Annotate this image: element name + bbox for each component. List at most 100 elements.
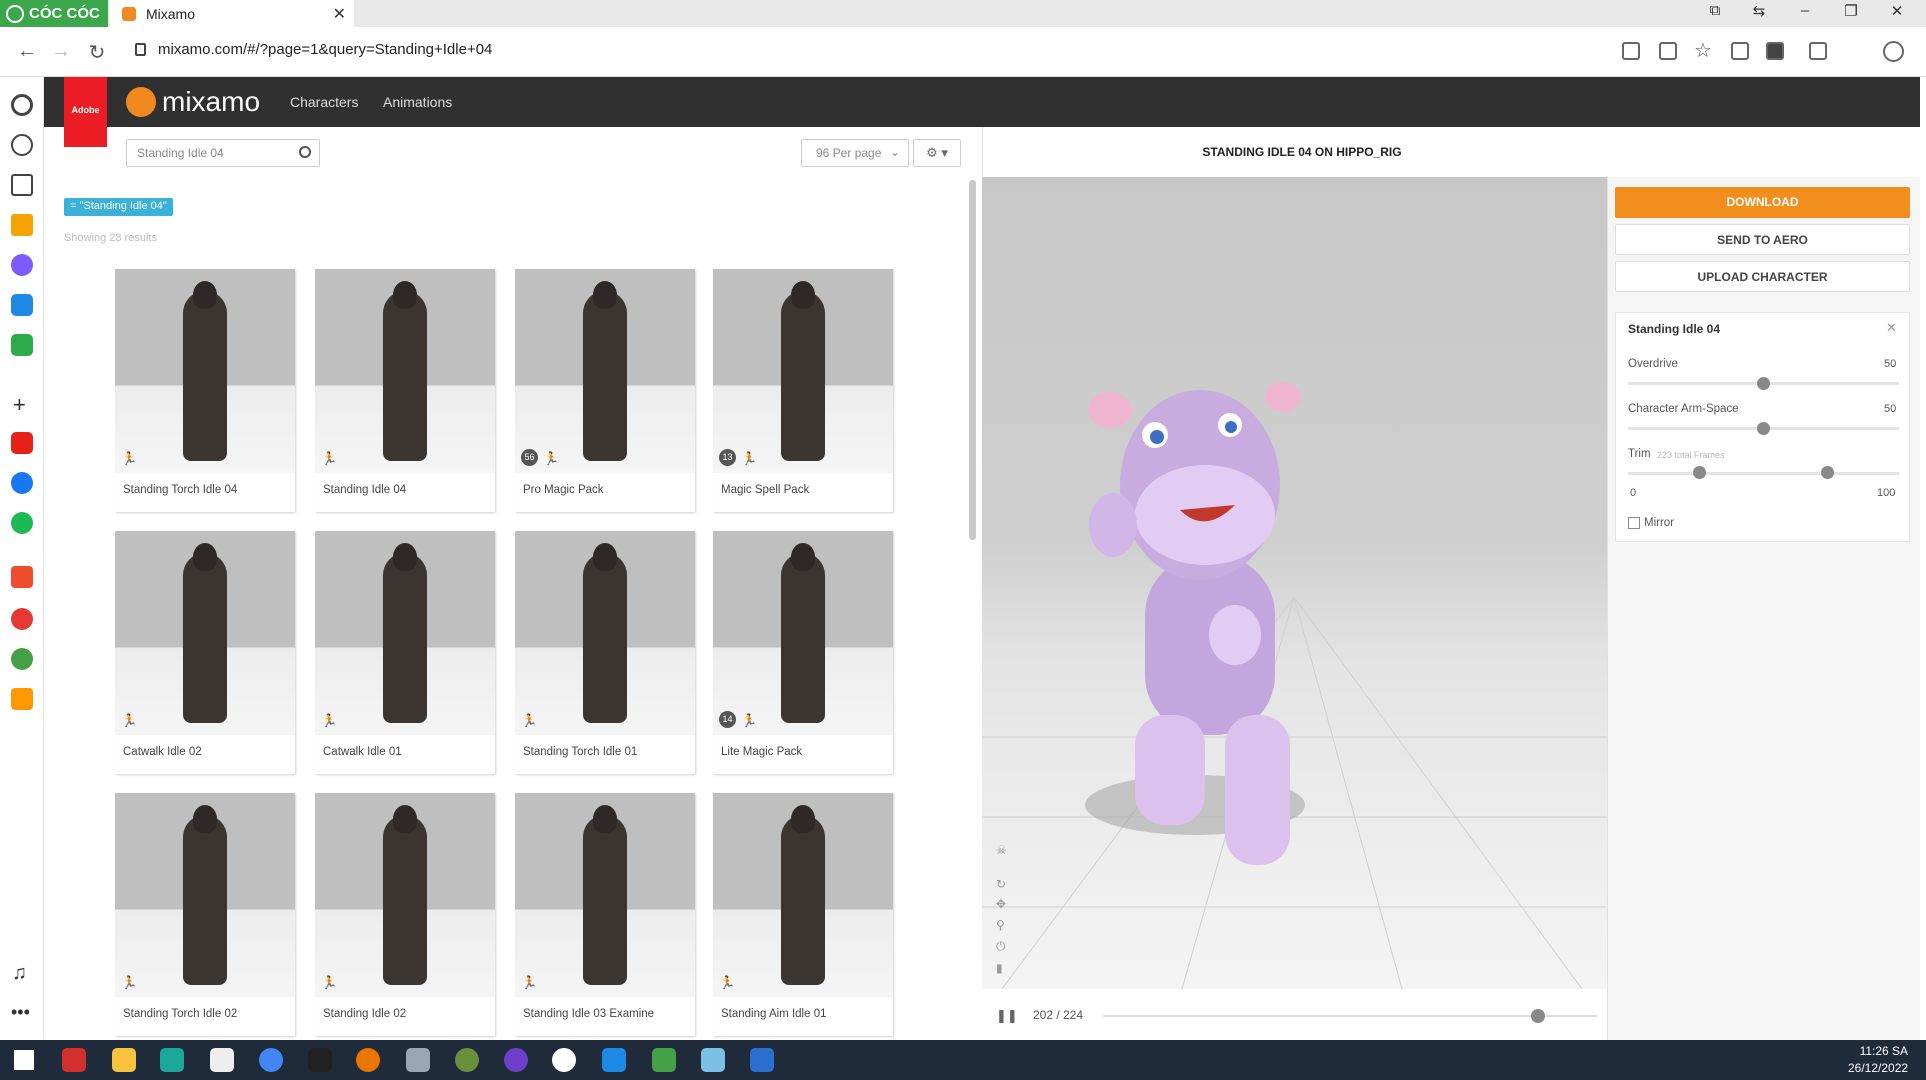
coccoc-taskbar-icon[interactable] — [652, 1048, 676, 1072]
back-icon[interactable]: ← — [14, 40, 40, 63]
shopee-icon[interactable] — [11, 566, 33, 588]
animation-card[interactable]: 🏃 Standing Torch Idle 02 — [115, 793, 295, 1036]
tab-search-icon[interactable]: ⧉ — [1700, 2, 1730, 19]
crown-icon[interactable] — [11, 214, 33, 236]
animation-card[interactable]: 🏃 Standing Aim Idle 01 — [713, 793, 893, 1036]
nav-animations[interactable]: Animations — [383, 94, 452, 110]
app-m-icon[interactable] — [160, 1048, 184, 1072]
messenger-icon[interactable] — [11, 254, 33, 276]
upwork-icon[interactable] — [455, 1048, 479, 1072]
unity-icon[interactable] — [308, 1048, 332, 1072]
game-icon[interactable] — [11, 334, 33, 356]
bookmark-star-icon[interactable]: ☆ — [1694, 38, 1712, 63]
youtube-icon[interactable] — [11, 432, 33, 454]
animation-card[interactable]: 🏃 Catwalk Idle 02 — [115, 531, 295, 774]
notification-bell-icon[interactable]: ♫ — [12, 962, 27, 985]
pan-icon[interactable]: ✥ — [996, 897, 1006, 911]
app-bird-icon[interactable] — [406, 1048, 430, 1072]
reload-icon[interactable]: ↻ — [84, 40, 110, 65]
animation-card[interactable]: 🏃 Standing Idle 04 — [315, 269, 495, 512]
app-s-icon[interactable] — [62, 1048, 86, 1072]
restore-icon[interactable]: ❐ — [1836, 2, 1866, 20]
close-window-icon[interactable]: ✕ — [1882, 2, 1912, 20]
results-scrollbar[interactable] — [969, 180, 976, 540]
system-clock[interactable]: 11:26 SA 26/12/2022 — [1848, 1043, 1908, 1077]
coccoc-menu-button[interactable]: CÓC CÓC — [0, 0, 108, 27]
url-text: mixamo.com/#/?page=1&query=Standing+Idle… — [158, 41, 493, 58]
trim-end-knob[interactable] — [1821, 466, 1834, 479]
results-count: Showing 28 results — [64, 232, 157, 244]
extension-icon[interactable] — [1731, 42, 1749, 60]
gear-dropdown-button[interactable]: ⚙ ▾ — [913, 139, 961, 167]
blender-icon[interactable] — [356, 1048, 380, 1072]
map-icon[interactable] — [11, 648, 33, 670]
app-figure-icon[interactable] — [210, 1048, 234, 1072]
spotify-icon[interactable] — [11, 512, 33, 534]
adobe-logo[interactable]: Adobe — [64, 77, 107, 147]
chevron-down-icon: ⌄ — [889, 145, 900, 159]
profile-icon[interactable] — [1883, 41, 1904, 62]
trim-slider[interactable] — [1628, 472, 1899, 475]
minimize-icon[interactable]: – — [1790, 2, 1820, 19]
animation-card[interactable]: 🏃 Standing Torch Idle 04 — [115, 269, 295, 512]
camera-icon[interactable]: ▮ — [996, 961, 1003, 975]
trim-start-knob[interactable] — [1693, 466, 1706, 479]
search-input[interactable]: Standing Idle 04 — [126, 139, 320, 167]
animation-card[interactable]: 🏃 Standing Torch Idle 01 — [515, 531, 695, 774]
pack-count-badge: 14 — [719, 711, 736, 728]
animation-card[interactable]: 56 🏃 Pro Magic Pack — [515, 269, 695, 512]
more-icon[interactable]: ••• — [11, 1002, 30, 1023]
animation-run-icon: 🏃 — [121, 975, 138, 990]
animation-card[interactable]: 13 🏃 Magic Spell Pack — [713, 269, 893, 512]
mirror-checkbox[interactable] — [1628, 517, 1640, 529]
github-icon[interactable] — [504, 1048, 528, 1072]
url-field[interactable]: mixamo.com/#/?page=1&query=Standing+Idle… — [135, 41, 492, 58]
history-icon[interactable] — [11, 134, 33, 156]
nav-characters[interactable]: Characters — [290, 94, 358, 110]
download-button[interactable]: DOWNLOAD — [1615, 187, 1910, 218]
back-forward-icon[interactable]: ⇆ — [1744, 2, 1774, 20]
photos-icon[interactable] — [750, 1048, 774, 1072]
animation-card[interactable]: 14 🏃 Lite Magic Pack — [713, 531, 893, 774]
mail-icon[interactable] — [602, 1048, 626, 1072]
animation-card[interactable]: 🏃 Catwalk Idle 01 — [315, 531, 495, 774]
armspace-slider-knob[interactable] — [1757, 422, 1770, 435]
download-icon[interactable] — [1766, 42, 1784, 60]
chrome-icon[interactable] — [259, 1048, 283, 1072]
app-w-icon[interactable] — [552, 1048, 576, 1072]
notepad-icon[interactable] — [701, 1048, 725, 1072]
browser-tab[interactable]: Mixamo ✕ — [110, 0, 354, 27]
zalo-icon[interactable] — [11, 294, 33, 316]
settings-icon[interactable] — [11, 94, 33, 116]
translate-icon[interactable] — [1622, 42, 1640, 60]
file-explorer-icon[interactable] — [112, 1048, 136, 1072]
filter-tag[interactable]: = "Standing Idle 04" — [64, 198, 173, 216]
windows-start-icon[interactable] — [14, 1050, 34, 1070]
per-page-select[interactable]: 96 Per page ⌄ — [801, 139, 909, 167]
puzzle-icon[interactable] — [1809, 42, 1827, 60]
timeline-scrubber[interactable] — [1530, 1009, 1545, 1023]
rotate-icon[interactable]: ↻ — [996, 877, 1006, 891]
tab-close-icon[interactable]: ✕ — [333, 4, 346, 24]
zoom-icon[interactable]: ⚲ — [996, 918, 1005, 932]
deal-icon[interactable] — [11, 688, 33, 710]
reset-view-icon[interactable]: ⏻ — [996, 939, 1006, 954]
facebook-icon[interactable] — [11, 472, 33, 494]
skeleton-icon[interactable]: ☠ — [996, 843, 1007, 857]
reading-list-icon[interactable] — [11, 174, 33, 196]
animation-card[interactable]: 🏃 Standing Idle 03 Examine — [515, 793, 695, 1036]
overdrive-slider-knob[interactable] — [1757, 377, 1770, 390]
animation-card[interactable]: 🏃 Standing Idle 02 — [315, 793, 495, 1036]
search-icon[interactable] — [299, 146, 311, 158]
pause-icon[interactable]: ❚❚ — [996, 1008, 1018, 1024]
forward-icon[interactable]: → — [48, 40, 74, 63]
send-to-aero-button[interactable]: SEND TO AERO — [1615, 224, 1910, 255]
animation-card-label: Standing Idle 03 Examine — [523, 1008, 655, 1020]
news-icon[interactable] — [11, 608, 33, 630]
add-icon[interactable]: + — [13, 392, 26, 418]
close-icon[interactable]: ✕ — [1886, 320, 1897, 336]
share-icon[interactable] — [1659, 42, 1677, 60]
mixamo-logo[interactable]: mixamo — [126, 86, 260, 118]
timeline-track[interactable] — [1103, 1015, 1597, 1017]
upload-character-button[interactable]: UPLOAD CHARACTER — [1615, 261, 1910, 292]
